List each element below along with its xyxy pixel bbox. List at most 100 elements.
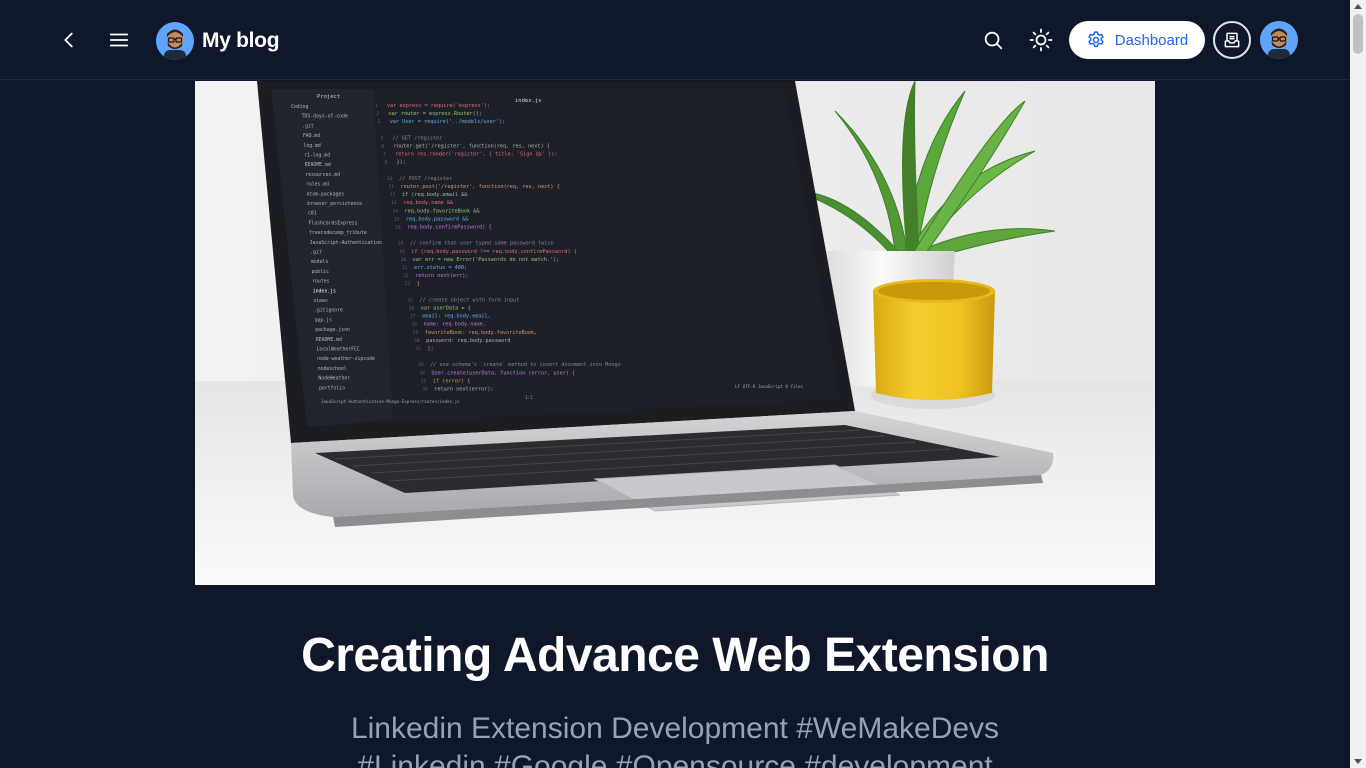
file-tree-item: rules.md — [306, 182, 329, 188]
code-line: return next(err); — [415, 273, 468, 279]
code-line-number: 25 — [407, 297, 413, 303]
code-line: // create object with form input — [419, 297, 519, 303]
code-line: return next(error); — [434, 387, 493, 393]
top-navbar: My blog Dashboard — [0, 0, 1350, 80]
code-line-number: 2 — [376, 111, 379, 117]
scroll-up-arrow-icon[interactable] — [1354, 4, 1362, 9]
code-line: if (error) { — [433, 378, 470, 384]
sun-icon — [1029, 28, 1053, 52]
code-line: req.body.name && — [403, 200, 454, 206]
gear-icon — [1088, 31, 1104, 48]
code-line: name: req.body.name, — [423, 322, 485, 328]
file-tree-item: app.js — [315, 317, 332, 323]
page-scrollbar[interactable] — [1350, 0, 1366, 768]
code-line: err.status = 400; — [414, 265, 467, 271]
file-tree-item: TDS-days-of-code — [302, 114, 348, 120]
file-tree-item: .git — [302, 123, 314, 129]
file-tree-item: .gitignore — [314, 308, 343, 314]
code-line: // use schema's `create` method to inser… — [430, 362, 621, 368]
post-subtitle-line: #Linkedin #Google #Opensource #developme… — [357, 750, 993, 768]
scroll-thumb[interactable] — [1353, 14, 1363, 54]
code-line-number: 15 — [394, 216, 400, 222]
code-line-number: 23 — [405, 281, 411, 287]
code-line-number: 28 — [411, 322, 417, 328]
file-tree-item: resources.md — [305, 172, 340, 178]
code-line: req.body.password && — [406, 216, 469, 222]
code-line: var userData = { — [421, 306, 471, 312]
code-line-number: 5 — [380, 135, 383, 141]
file-tree-item: package.json — [315, 327, 350, 333]
file-tree-item: FAQ.md — [303, 133, 320, 139]
code-line: email: req.body.email, — [422, 314, 491, 320]
search-button[interactable] — [973, 20, 1013, 60]
scroll-down-arrow-icon[interactable] — [1354, 759, 1362, 764]
file-tree-item: nodeschool — [318, 366, 347, 372]
code-line-number: 6 — [382, 144, 385, 150]
theme-toggle-button[interactable] — [1021, 20, 1061, 60]
code-line-number: 11 — [389, 184, 395, 190]
editor-status-right: LF UTF-8 JavaScript 0 files — [735, 384, 804, 389]
avatar-illustration-icon — [156, 22, 194, 60]
blog-brand-link[interactable]: My blog — [156, 21, 280, 61]
laptop-photo-illustration: Project index.js Coding TDS-days-of-code .gi… — [195, 81, 1155, 585]
file-tree-item: r1-log.md — [304, 153, 330, 159]
hamburger-menu-icon — [109, 33, 129, 47]
code-line-number: 18 — [398, 241, 404, 247]
code-line: // GET /register — [392, 135, 442, 141]
code-line-number: 33 — [418, 362, 424, 368]
file-tree-item: portfolio — [319, 385, 345, 391]
code-line: var express = require('express'); — [387, 103, 490, 109]
code-line-number: 10 — [387, 176, 393, 182]
code-line: // confirm that user typed same password… — [410, 241, 554, 247]
code-line-number: 13 — [391, 200, 397, 206]
code-line: if (req.body.email && — [402, 192, 468, 198]
code-line: }); — [396, 160, 405, 166]
post-subtitle: Linkedin Extension Development #WeMakeDe… — [195, 710, 1155, 768]
dashboard-button[interactable]: Dashboard — [1069, 21, 1205, 59]
editor-status-path: JavaScript-Authentication-Mongo-Express/… — [321, 399, 460, 404]
code-line-number: 29 — [413, 330, 419, 336]
dashboard-label: Dashboard — [1114, 31, 1189, 49]
code-line-number: 3 — [378, 119, 381, 125]
blog-avatar — [156, 22, 194, 60]
post-cover-image: Project index.js Coding TDS-days-of-code .gi… — [195, 81, 1155, 585]
code-line-number: 14 — [393, 208, 399, 214]
code-line: var err = new Error('Passwords do not ma… — [413, 257, 560, 263]
file-tree-item: views — [313, 298, 328, 304]
code-line: req.body.favoriteBook && — [405, 208, 481, 214]
file-tree-item: NodeWeather — [318, 376, 350, 382]
code-line-number: 35 — [421, 378, 427, 384]
code-line-number: 20 — [401, 257, 407, 263]
code-line-number: 22 — [403, 273, 409, 279]
file-tree-item: .git — [310, 250, 322, 256]
user-avatar[interactable] — [1260, 21, 1298, 59]
code-line-number: 12 — [390, 192, 396, 198]
code-line: User.create(userData, function (error, u… — [432, 370, 576, 376]
code-line-number: 30 — [414, 338, 420, 344]
file-tree-item: log.md — [303, 143, 320, 149]
code-line-number: 8 — [384, 160, 387, 166]
code-line: favoriteBook: req.body.favoriteBook, — [425, 330, 537, 336]
code-line-number: 7 — [383, 152, 386, 158]
code-line-number: 36 — [422, 387, 428, 393]
file-tree-item: public — [312, 269, 329, 275]
menu-button[interactable] — [99, 20, 139, 60]
file-tree-item: freecodecamp_tribute — [309, 230, 367, 236]
file-tree-item: JavaScript-Authentication — [310, 240, 382, 246]
editor-tab-title: index.js — [515, 98, 542, 104]
avatar-illustration-icon — [1260, 21, 1298, 59]
code-line: var User = require('../models/user'); — [390, 119, 506, 125]
inbox-button[interactable] — [1213, 21, 1251, 59]
back-button[interactable] — [49, 20, 89, 60]
code-line: } — [417, 281, 420, 287]
code-line-number: 26 — [409, 306, 415, 312]
search-icon — [984, 31, 1003, 50]
file-tree-item: atom-packages — [307, 191, 345, 197]
code-line-number: 34 — [420, 370, 426, 376]
code-line-number: 27 — [410, 314, 416, 320]
file-tree-item: README.md — [305, 162, 331, 168]
file-tree-item: index.js — [313, 288, 336, 294]
file-tree-item: browser_persistence — [307, 201, 362, 207]
code-line: if (req.body.password !== req.body.confi… — [411, 249, 577, 255]
file-tree-item: FlashcardsExpress — [308, 220, 357, 226]
